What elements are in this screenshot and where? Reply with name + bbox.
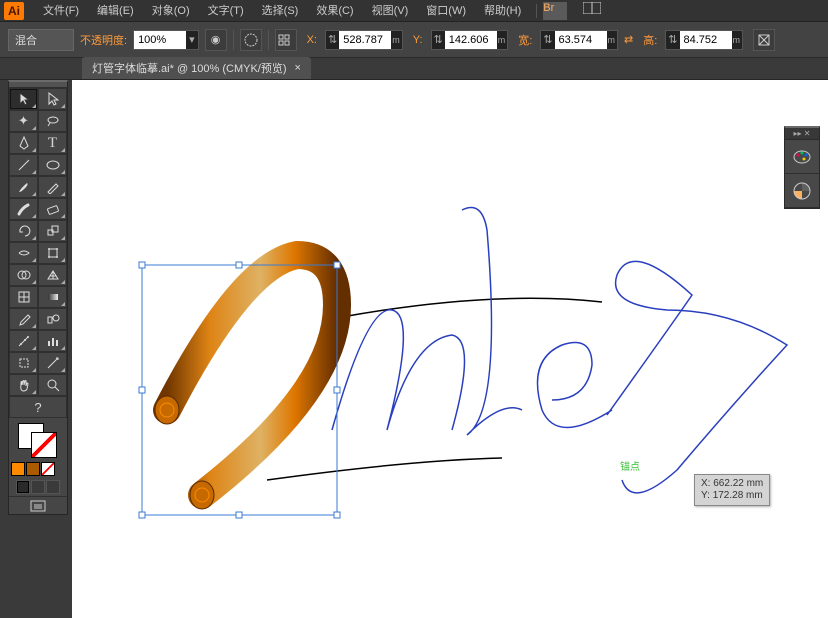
blend-tool[interactable] [38, 308, 67, 330]
width-tool[interactable] [9, 242, 38, 264]
help-button[interactable]: ? [9, 396, 67, 418]
swatch-orange[interactable] [11, 462, 25, 476]
menu-bar: Ai 文件(F) 编辑(E) 对象(O) 文字(T) 选择(S) 效果(C) 视… [0, 0, 828, 22]
perspective-grid-tool[interactable] [38, 264, 67, 286]
draw-behind[interactable] [31, 480, 45, 494]
eyedropper-tool[interactable] [9, 308, 38, 330]
swatch-none[interactable] [41, 462, 55, 476]
opacity-field[interactable]: ▾ [133, 30, 199, 50]
control-bar: 混合 不透明度: ▾ ◉ X: ⇅m Y: ⇅m 宽: ⇅m ⇄ 高: ⇅m [0, 22, 828, 58]
mesh-tool[interactable] [9, 286, 38, 308]
transform-panel-icon[interactable] [753, 29, 775, 51]
y-input[interactable] [445, 31, 497, 49]
paintbrush-tool[interactable] [9, 176, 38, 198]
eraser-tool[interactable] [38, 198, 67, 220]
artboard[interactable]: 锚点 X: 662.22 mm Y: 172.28 mm [72, 80, 828, 618]
document-tab-strip: 灯管字体临摹.ai* @ 100% (CMYK/预览) × [0, 58, 828, 80]
x-field[interactable]: ⇅m [325, 30, 403, 50]
app-logo: Ai [4, 2, 24, 20]
document-tab[interactable]: 灯管字体临摹.ai* @ 100% (CMYK/预览) × [82, 57, 311, 79]
symbol-sprayer-tool[interactable] [9, 330, 38, 352]
pencil-tool[interactable] [38, 176, 67, 198]
draw-inside[interactable] [46, 480, 60, 494]
fill-stroke-control[interactable] [9, 418, 67, 460]
dock-expand-icon[interactable]: ▸▸ ✕ [785, 128, 819, 140]
draw-normal[interactable] [16, 480, 30, 494]
opacity-label: 不透明度: [80, 32, 127, 48]
ellipse-tool[interactable] [38, 154, 67, 176]
shape-builder-tool[interactable] [9, 264, 38, 286]
gradient-tool[interactable] [38, 286, 67, 308]
style-icon[interactable]: ◉ [205, 29, 227, 51]
direct-selection-tool[interactable] [38, 88, 67, 110]
stroke-swatch[interactable] [31, 432, 57, 458]
lasso-tool[interactable] [38, 110, 67, 132]
coordinate-tooltip: X: 662.22 mm Y: 172.28 mm [694, 474, 770, 506]
h-label: 高: [643, 32, 657, 48]
constrain-proportions-icon[interactable]: ⇄ [624, 33, 633, 46]
slice-tool[interactable] [38, 352, 67, 374]
blend-mode-select[interactable]: 混合 [8, 29, 74, 51]
w-label: 宽: [518, 32, 532, 48]
h-field[interactable]: ⇅m [665, 30, 743, 50]
color-swatches [9, 460, 67, 478]
close-tab-icon[interactable]: × [295, 62, 301, 74]
tools-panel: ✦ T [8, 80, 68, 515]
selection-tool[interactable] [9, 88, 38, 110]
menu-view[interactable]: 视图(V) [363, 0, 418, 22]
opacity-input[interactable] [134, 31, 186, 49]
menu-effect[interactable]: 效果(C) [307, 0, 362, 22]
w-input[interactable] [555, 31, 607, 49]
screen-mode-button[interactable] [9, 496, 67, 514]
anchor-hint: 锚点 [620, 461, 640, 473]
rotate-tool[interactable] [9, 220, 38, 242]
y-label: Y: [413, 34, 423, 46]
canvas-area: 锚点 X: 662.22 mm Y: 172.28 mm [72, 80, 828, 618]
y-field[interactable]: ⇅m [431, 30, 509, 50]
menu-object[interactable]: 对象(O) [143, 0, 199, 22]
right-dock: ▸▸ ✕ [784, 126, 820, 209]
type-tool[interactable]: T [38, 132, 67, 154]
blob-brush-tool[interactable] [9, 198, 38, 220]
artboard-tool[interactable] [9, 352, 38, 374]
w-field[interactable]: ⇅m [540, 30, 618, 50]
recolor-icon[interactable] [240, 29, 262, 51]
menu-window[interactable]: 窗口(W) [417, 0, 475, 22]
artwork: 锚点 [72, 80, 828, 618]
color-panel-icon[interactable] [785, 140, 819, 174]
bridge-icon[interactable]: Br [543, 2, 567, 20]
scale-tool[interactable] [38, 220, 67, 242]
align-icon[interactable] [275, 29, 297, 51]
document-tab-title: 灯管字体临摹.ai* @ 100% (CMYK/预览) [92, 60, 287, 76]
menu-edit[interactable]: 编辑(E) [88, 0, 143, 22]
hand-tool[interactable] [9, 374, 38, 396]
pen-tool[interactable] [9, 132, 38, 154]
free-transform-tool[interactable] [38, 242, 67, 264]
magic-wand-tool[interactable]: ✦ [9, 110, 38, 132]
x-input[interactable] [339, 31, 391, 49]
line-segment-tool[interactable] [9, 154, 38, 176]
color-guide-panel-icon[interactable] [785, 174, 819, 208]
h-input[interactable] [680, 31, 732, 49]
x-label: X: [307, 34, 317, 46]
column-graph-tool[interactable] [38, 330, 67, 352]
menu-file[interactable]: 文件(F) [34, 0, 88, 22]
zoom-tool[interactable] [38, 374, 67, 396]
left-gutter [0, 80, 8, 618]
menu-help[interactable]: 帮助(H) [475, 0, 530, 22]
swatch-brown[interactable] [26, 462, 40, 476]
menu-type[interactable]: 文字(T) [199, 0, 253, 22]
menu-select[interactable]: 选择(S) [253, 0, 308, 22]
arrange-documents-icon[interactable] [583, 2, 613, 20]
draw-mode-row [9, 478, 67, 496]
menu-separator [536, 4, 537, 18]
